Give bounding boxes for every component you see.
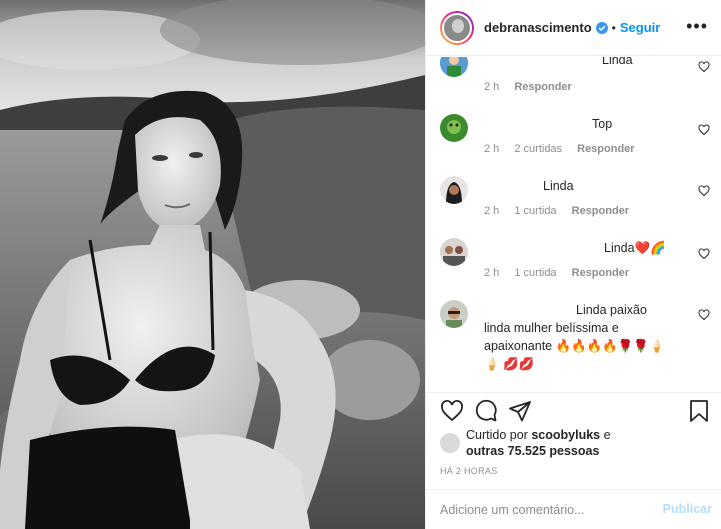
liked-by-connector: e: [603, 428, 611, 442]
comment-item: Linda❤️🌈 2 h 1 curtida Responder: [440, 238, 710, 288]
more-options-icon[interactable]: •••: [686, 16, 708, 37]
comment-meta: 2 h 1 curtida Responder: [484, 205, 641, 217]
commenter-avatar[interactable]: [440, 114, 468, 142]
post-actions: Curtido por scoobyluks e outras 75.525 p…: [426, 392, 721, 492]
reply-button[interactable]: Responder: [572, 267, 629, 279]
reply-button[interactable]: Responder: [514, 81, 571, 93]
commenter-avatar[interactable]: [440, 57, 468, 77]
post-side-panel: debranascimento • Seguir ••• Linda 2 h R…: [425, 0, 721, 529]
comment-like-icon[interactable]: [698, 185, 710, 197]
black-and-white-photo: [0, 0, 425, 529]
heart-icon[interactable]: [440, 399, 464, 423]
separator-dot: •: [611, 20, 616, 35]
action-icons: [440, 399, 532, 425]
likes-summary: Curtido por scoobyluks e outras 75.525 p…: [466, 427, 611, 459]
comments-list[interactable]: Linda 2 h Responder Top 2 h 2 curtidas R…: [426, 57, 721, 392]
comment-like-icon[interactable]: [698, 124, 710, 136]
comment-likes-count[interactable]: 2 curtidas: [514, 143, 562, 155]
profile-avatar[interactable]: [440, 10, 474, 45]
comment-like-icon[interactable]: [698, 61, 710, 73]
verified-icon: [595, 21, 608, 34]
comment-meta: 2 h 2 curtidas Responder: [484, 143, 647, 155]
avatar-image: [442, 12, 472, 43]
instagram-post: debranascimento • Seguir ••• Linda 2 h R…: [0, 0, 721, 529]
add-comment-bar: Publicar: [426, 489, 721, 529]
comment-item: Linda 2 h Responder: [440, 57, 710, 99]
post-photo[interactable]: [0, 0, 425, 529]
comment-item: Linda 2 h 1 curtida Responder: [440, 176, 710, 226]
comment-time: 2 h: [484, 81, 500, 93]
commenter-avatar[interactable]: [440, 238, 468, 266]
liked-by-others[interactable]: outras 75.525 pessoas: [466, 444, 599, 458]
follow-button[interactable]: Seguir: [620, 20, 660, 35]
comment-item: Top 2 h 2 curtidas Responder: [440, 114, 710, 164]
comment-likes-count[interactable]: 1 curtida: [514, 205, 556, 217]
comment-text: Linda paixão linda mulher belíssima e ap…: [484, 303, 665, 371]
liked-by-user[interactable]: scoobyluks: [531, 428, 600, 442]
comment-like-icon[interactable]: [698, 309, 710, 321]
post-time[interactable]: HÁ 2 HORAS: [440, 466, 498, 476]
comment-time: 2 h: [484, 205, 500, 217]
liker-avatar[interactable]: [440, 433, 460, 453]
comment-likes-count[interactable]: 1 curtida: [514, 267, 556, 279]
comment-text: Top: [592, 117, 613, 131]
comment-text: Linda: [543, 179, 574, 193]
post-header: debranascimento • Seguir •••: [426, 0, 721, 56]
username-link[interactable]: debranascimento: [484, 20, 592, 35]
comment-input[interactable]: [440, 500, 650, 520]
comment-time: 2 h: [484, 267, 500, 279]
comment-meta: 2 h Responder: [484, 81, 584, 93]
comment-meta: 2 h 1 curtida Responder: [484, 267, 641, 279]
liked-by-prefix: Curtido por: [466, 428, 528, 442]
comment-text: Linda❤️🌈: [604, 241, 666, 255]
comment-like-icon[interactable]: [698, 248, 710, 260]
comment-text: Linda: [602, 57, 633, 67]
share-icon[interactable]: [508, 399, 532, 423]
commenter-avatar[interactable]: [440, 300, 468, 328]
reply-button[interactable]: Responder: [577, 143, 634, 155]
comment-icon[interactable]: [474, 399, 498, 423]
comment-time: 2 h: [484, 143, 500, 155]
bookmark-icon[interactable]: [688, 399, 710, 423]
reply-button[interactable]: Responder: [572, 205, 629, 217]
publish-button[interactable]: Publicar: [663, 502, 712, 516]
commenter-avatar[interactable]: [440, 176, 468, 204]
comment-item: Linda paixão linda mulher belíssima e ap…: [440, 300, 710, 380]
